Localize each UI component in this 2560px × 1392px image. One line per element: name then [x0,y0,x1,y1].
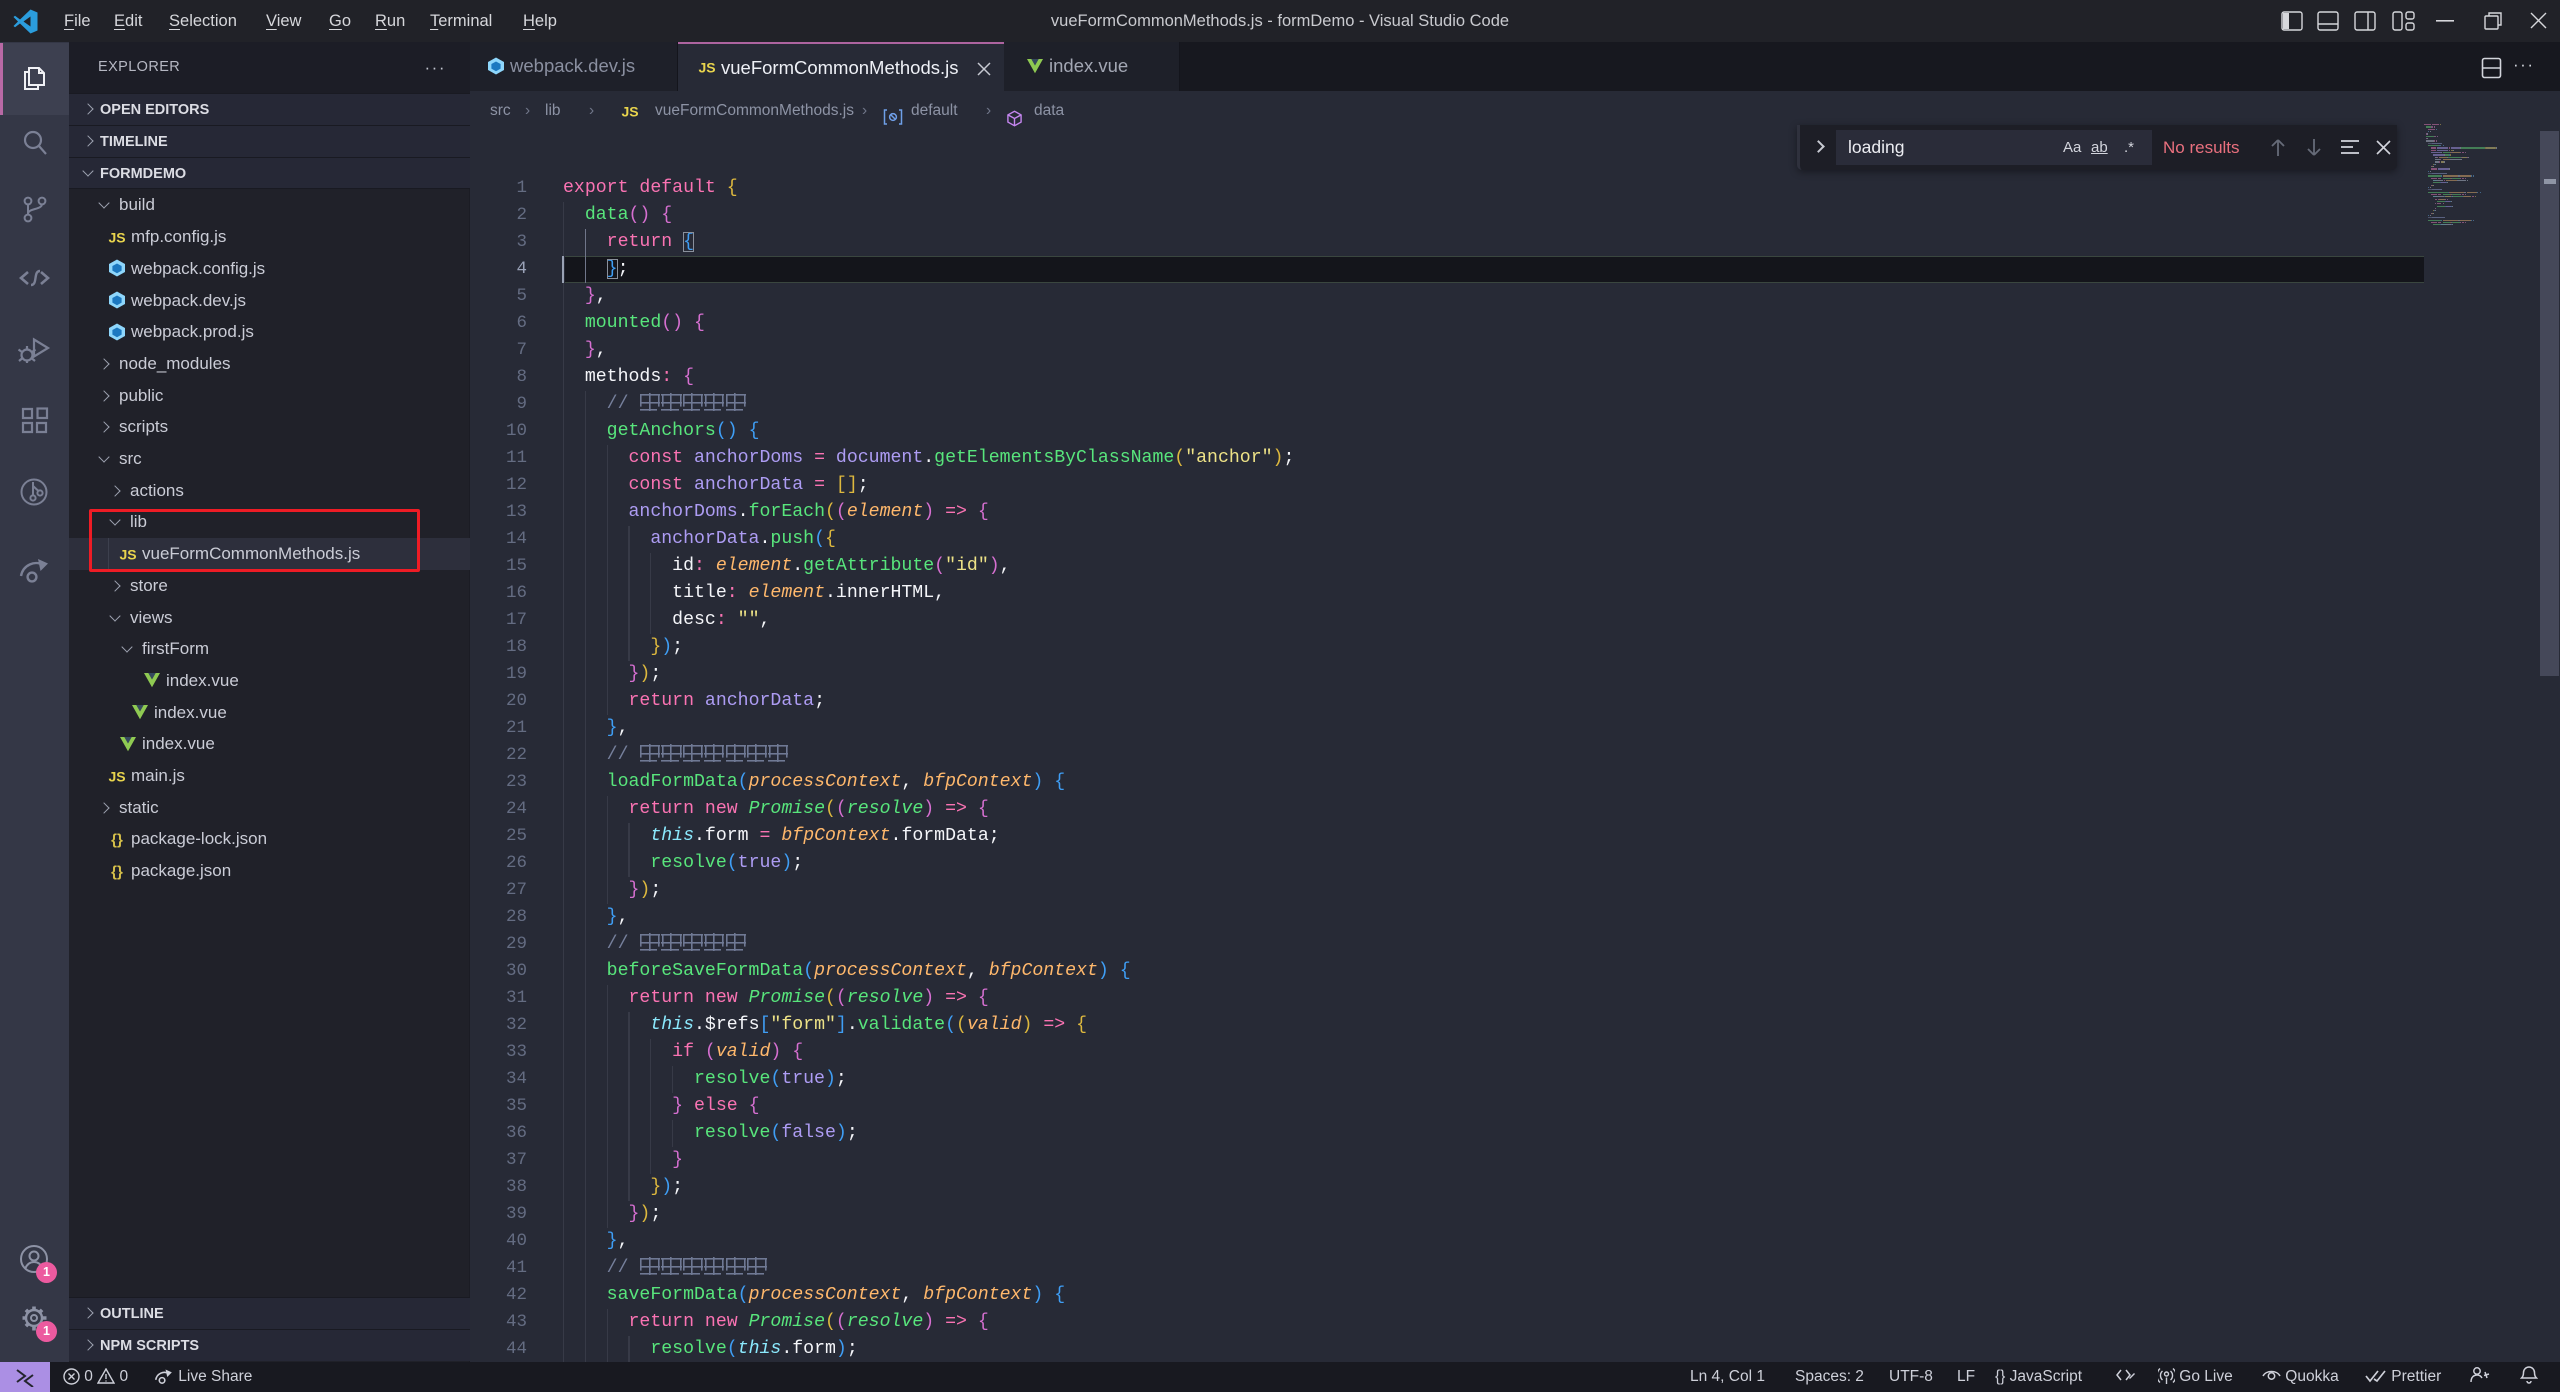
svg-text:JS: JS [698,60,715,76]
svg-text:JS: JS [621,104,638,120]
